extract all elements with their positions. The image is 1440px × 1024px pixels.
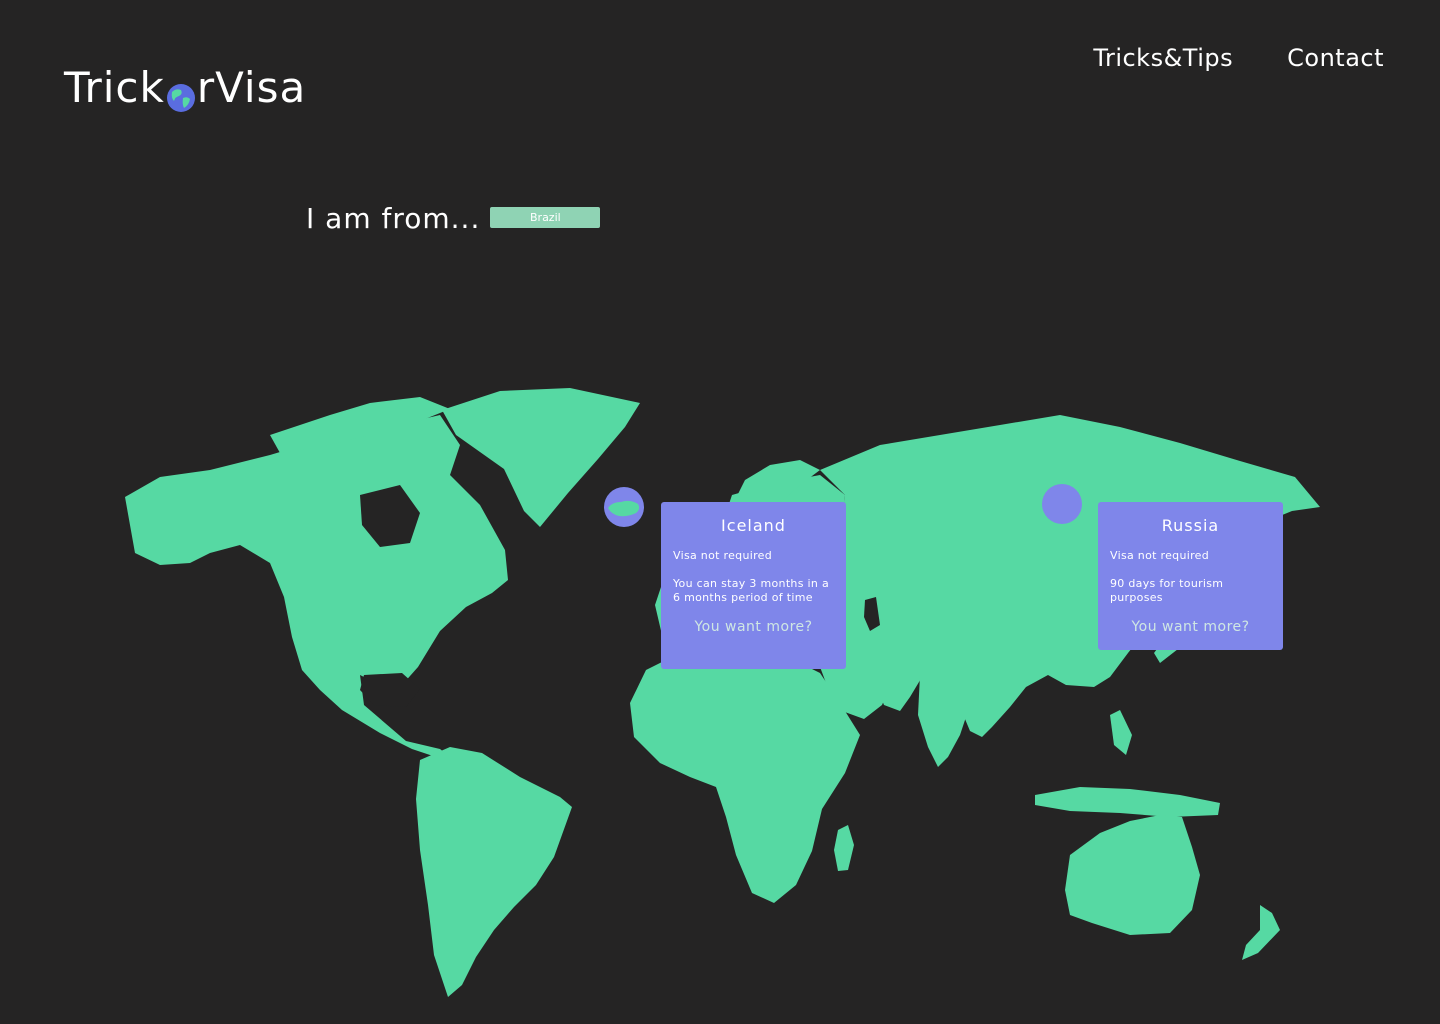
philippines-shape <box>1110 710 1132 755</box>
country-card-iceland: Iceland Visa not required You can stay 3… <box>661 502 846 669</box>
logo-text-right: rVisa <box>196 62 307 112</box>
main-nav: Tricks&Tips Contact <box>1093 44 1384 72</box>
card-stay-detail: You can stay 3 months in a 6 months peri… <box>673 577 829 604</box>
gulf-of-mexico-shape <box>360 673 420 707</box>
card-country-name: Russia <box>1161 516 1220 535</box>
logo-text-left: Trick <box>64 62 165 112</box>
new-zealand-shape <box>1242 905 1280 960</box>
indonesia-shape <box>1035 787 1220 817</box>
card-visa-status: Visa not required <box>1110 549 1210 562</box>
nav-contact[interactable]: Contact <box>1287 44 1384 72</box>
card-more-link[interactable]: You want more? <box>673 619 834 635</box>
card-stay-detail: 90 days for tourism purposes <box>1110 577 1224 604</box>
country-select[interactable]: Brazil <box>490 207 601 228</box>
card-visa-status: Visa not required <box>673 549 773 562</box>
australia-shape <box>1065 815 1200 935</box>
origin-label: I am from... <box>306 202 481 235</box>
logo[interactable]: Trick rVisa <box>64 62 306 112</box>
south-america-shape <box>416 747 572 997</box>
russia-marker[interactable] <box>1042 484 1082 524</box>
world-map[interactable] <box>120 385 1330 1015</box>
globe-icon <box>166 74 196 112</box>
country-card-russia: Russia Visa not required 90 days for tou… <box>1098 502 1283 650</box>
card-more-link[interactable]: You want more? <box>1110 619 1271 635</box>
card-country-name: Iceland <box>721 516 786 535</box>
madagascar-shape <box>834 825 854 871</box>
iceland-shape-icon <box>608 500 640 517</box>
north-america-shape <box>125 415 508 763</box>
origin-selector: I am from... Brazil <box>306 202 601 235</box>
nav-tricks-tips[interactable]: Tricks&Tips <box>1093 44 1233 72</box>
africa-shape <box>630 647 860 903</box>
iceland-marker[interactable] <box>604 487 644 527</box>
